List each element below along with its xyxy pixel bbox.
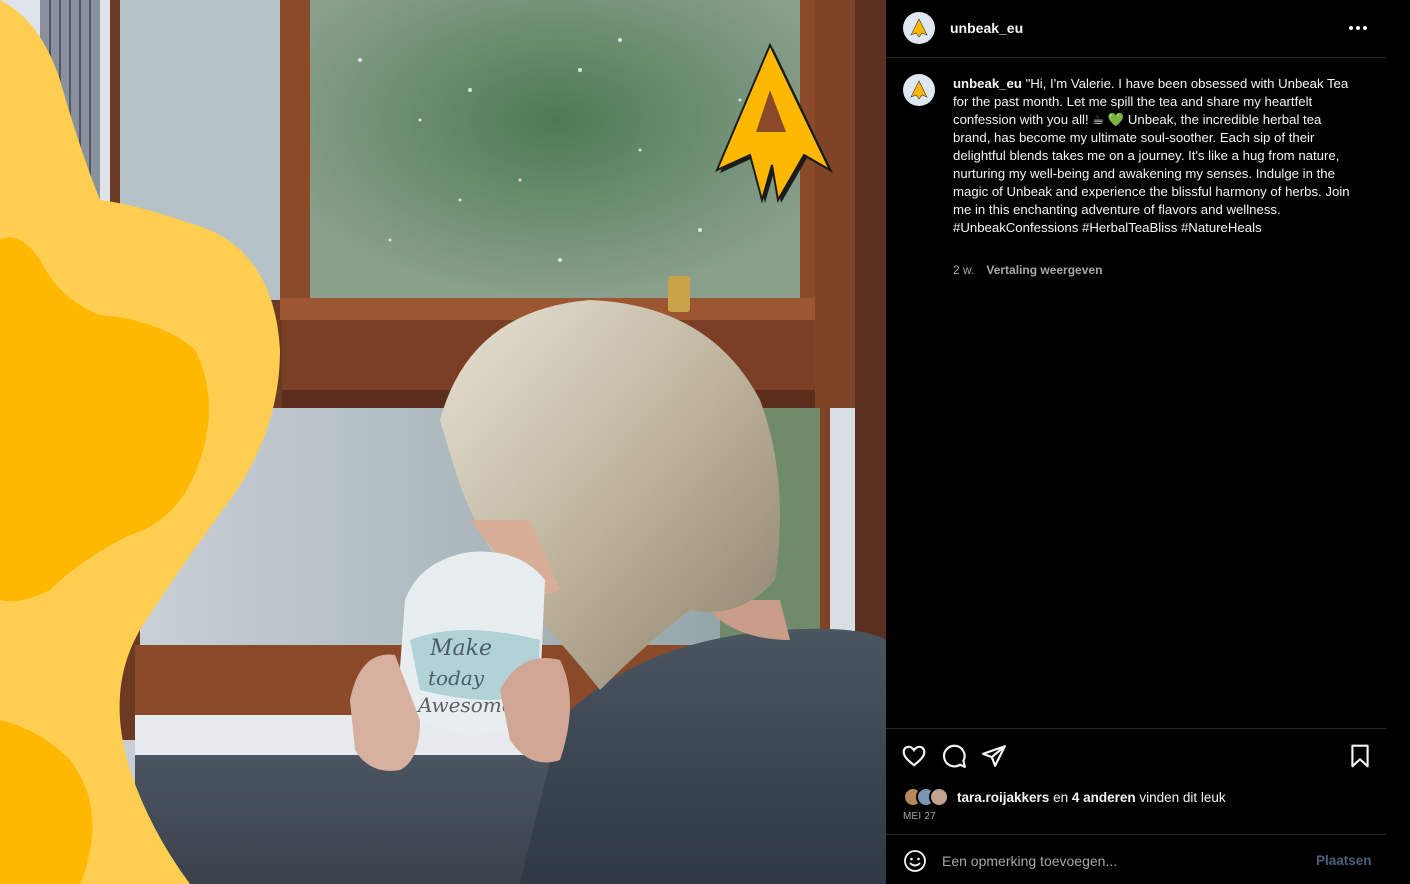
share-icon[interactable] <box>981 743 1007 769</box>
more-options-button[interactable] <box>1344 18 1372 38</box>
caption-username[interactable]: unbeak_eu <box>953 76 1022 91</box>
post-header: unbeak_eu <box>886 0 1386 58</box>
caption-avatar[interactable] <box>903 74 935 106</box>
caption: unbeak_eu "Hi, I'm Valerie. I have been … <box>953 75 1358 237</box>
post-comment-button[interactable]: Plaatsen <box>1316 853 1372 868</box>
post-date[interactable]: MEI 27 <box>903 811 936 822</box>
more-dot <box>1356 26 1360 30</box>
header-username[interactable]: unbeak_eu <box>950 20 1023 36</box>
avatar[interactable] <box>903 12 935 44</box>
likes-suffix: vinden dit leuk <box>1135 789 1226 805</box>
more-dot <box>1363 26 1367 30</box>
post-detail-panel: unbeak_eu unbeak_eu "Hi, I'm Valerie. I … <box>886 0 1386 884</box>
comment-bar: Plaatsen <box>886 834 1386 884</box>
translate-link[interactable]: Vertaling weergeven <box>986 263 1102 277</box>
post-age[interactable]: 2 w. <box>953 263 974 277</box>
svg-text:Awesome: Awesome <box>416 693 514 717</box>
heart-icon[interactable] <box>901 743 927 769</box>
caption-meta: 2 w. Vertaling weergeven <box>953 263 1102 277</box>
caption-text: "Hi, I'm Valerie. I have been obsessed w… <box>953 76 1350 235</box>
likes-connector: en <box>1049 789 1072 805</box>
liker-avatar[interactable] <box>929 787 949 807</box>
likes-row: tara.roijakkers en 4 anderen vinden dit … <box>903 787 1226 807</box>
comment-icon[interactable] <box>941 743 967 769</box>
emoji-icon[interactable] <box>903 849 927 873</box>
first-liker[interactable]: tara.roijakkers <box>957 790 1049 805</box>
unbeak-avatar-icon <box>910 18 928 38</box>
bookmark-icon[interactable] <box>1347 743 1373 769</box>
others-count[interactable]: 4 anderen <box>1072 790 1136 805</box>
svg-text:Make: Make <box>429 636 492 661</box>
likes-text: tara.roijakkers en 4 anderen vinden dit … <box>957 790 1226 805</box>
svg-text:today: today <box>428 666 485 690</box>
post-image[interactable]: Make today Awesome <box>0 0 886 884</box>
post-actions: tara.roijakkers en 4 anderen vinden dit … <box>886 728 1386 834</box>
post-photo: Make today Awesome <box>0 0 886 884</box>
more-horizontal-icon <box>1349 26 1353 30</box>
unbeak-avatar-icon <box>910 80 928 100</box>
comment-input[interactable] <box>942 847 1302 875</box>
right-gutter <box>1386 0 1410 884</box>
caption-block: unbeak_eu "Hi, I'm Valerie. I have been … <box>886 58 1386 728</box>
